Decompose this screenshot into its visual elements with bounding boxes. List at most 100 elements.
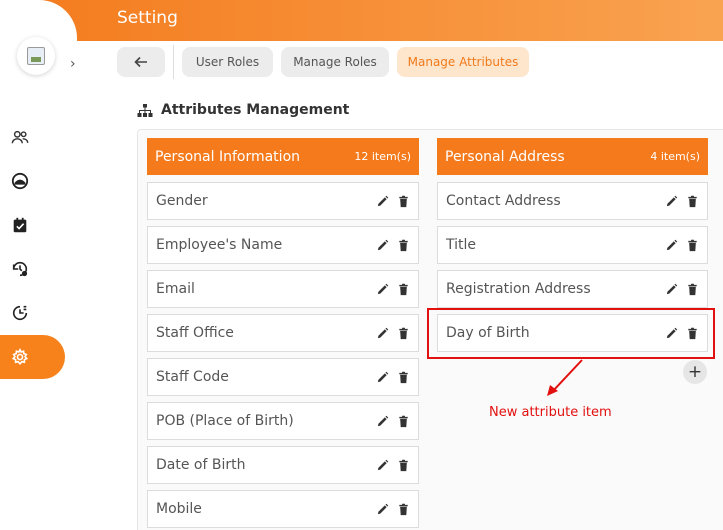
list-item-label: Title (446, 237, 477, 253)
pencil-icon (377, 415, 389, 426)
broken-image-icon (27, 47, 45, 65)
list-item: Date of Birth (147, 446, 419, 484)
list-item: Mobile (147, 490, 419, 528)
pencil-icon (377, 283, 389, 294)
toolbar-divider (173, 45, 174, 79)
pencil-icon (377, 327, 389, 338)
calendar-check-icon (13, 217, 27, 233)
sidebar-item-reports[interactable] (0, 293, 40, 333)
column-name: Personal Address (445, 148, 565, 165)
edit-button[interactable] (376, 195, 389, 208)
list-item: Gender (147, 182, 419, 220)
sidebar-item-dashboard[interactable] (0, 161, 40, 201)
trash-icon (399, 239, 408, 251)
item-actions (376, 503, 410, 516)
delete-button[interactable] (397, 459, 410, 472)
list-item: Staff Code (147, 358, 419, 396)
trash-icon (399, 195, 408, 207)
sitemap-icon (137, 104, 153, 117)
edit-button[interactable] (665, 195, 678, 208)
trash-icon (399, 503, 408, 515)
sidebar-item-history[interactable] (0, 249, 40, 289)
list-item: Staff Office (147, 314, 419, 352)
sidebar-item-attendance[interactable] (0, 205, 40, 245)
delete-button[interactable] (397, 415, 410, 428)
item-actions (376, 371, 410, 384)
pencil-icon (666, 239, 678, 250)
users-icon (11, 130, 29, 144)
item-actions (376, 415, 410, 428)
sidebar: › (0, 0, 77, 530)
column-header-personal-address: Personal Address 4 item(s) (437, 138, 708, 175)
item-actions (376, 195, 410, 208)
item-actions (376, 459, 410, 472)
delete-button[interactable] (397, 239, 410, 252)
item-actions (665, 283, 699, 296)
column-name: Personal Information (155, 148, 301, 165)
annotation-text: New attribute item (489, 405, 612, 420)
list-item-label: Contact Address (446, 193, 561, 209)
tab-manage-attributes[interactable]: Manage Attributes (397, 47, 529, 77)
list-item: Registration Address (437, 270, 708, 308)
list-item-label: Date of Birth (156, 457, 246, 473)
delete-button[interactable] (397, 371, 410, 384)
list-item-label: Registration Address (446, 281, 591, 297)
edit-button[interactable] (376, 239, 389, 252)
delete-button[interactable] (397, 283, 410, 296)
delete-button[interactable] (397, 327, 410, 340)
edit-button[interactable] (376, 327, 389, 340)
pencil-icon (377, 459, 389, 470)
pencil-icon (377, 371, 389, 382)
trash-icon (399, 459, 408, 471)
sidebar-item-settings[interactable] (0, 337, 40, 377)
logo[interactable] (17, 37, 55, 75)
time-report-icon (12, 305, 28, 321)
edit-button[interactable] (376, 503, 389, 516)
column-header-personal-information: Personal Information 12 item(s) (147, 138, 419, 175)
trash-icon (399, 283, 408, 295)
edit-button[interactable] (376, 415, 389, 428)
list-item: POB (Place of Birth) (147, 402, 419, 440)
list-item-label: Employee's Name (156, 237, 283, 253)
delete-button[interactable] (686, 239, 699, 252)
pencil-icon (666, 283, 678, 294)
item-actions (376, 239, 410, 252)
trash-icon (399, 415, 408, 427)
annotation-arrow (547, 359, 583, 396)
list-item: Contact Address (437, 182, 708, 220)
app-window: Setting › User Roles Manage Roles Manage… (0, 0, 723, 530)
delete-button[interactable] (397, 503, 410, 516)
tab-user-roles[interactable]: User Roles (182, 47, 273, 77)
item-actions (665, 239, 699, 252)
item-actions (376, 327, 410, 340)
trash-icon (688, 195, 697, 207)
history-settings-icon (12, 261, 28, 277)
toolbar: User Roles Manage Roles Manage Attribute… (77, 41, 723, 87)
delete-button[interactable] (686, 283, 699, 296)
arrow-left-icon (134, 56, 147, 68)
gear-icon (11, 348, 29, 365)
column-count: 4 item(s) (650, 150, 700, 163)
delete-button[interactable] (686, 195, 699, 208)
top-header: Setting (0, 0, 723, 41)
add-attribute-button[interactable]: + (683, 360, 707, 384)
back-button[interactable] (117, 47, 165, 77)
item-actions (376, 283, 410, 296)
edit-button[interactable] (665, 239, 678, 252)
trash-icon (399, 327, 408, 339)
page-title: Setting (117, 8, 178, 28)
list-item-label: Email (156, 281, 195, 297)
sidebar-item-users[interactable] (0, 117, 40, 157)
list-item-label: POB (Place of Birth) (156, 413, 294, 429)
annotation-highlight-box (427, 308, 715, 359)
edit-button[interactable] (665, 283, 678, 296)
tab-manage-roles[interactable]: Manage Roles (281, 47, 389, 77)
pencil-icon (666, 195, 678, 206)
pencil-icon (377, 503, 389, 514)
edit-button[interactable] (376, 371, 389, 384)
edit-button[interactable] (376, 283, 389, 296)
trash-icon (688, 239, 697, 251)
delete-button[interactable] (397, 195, 410, 208)
edit-button[interactable] (376, 459, 389, 472)
list-item: Employee's Name (147, 226, 419, 264)
